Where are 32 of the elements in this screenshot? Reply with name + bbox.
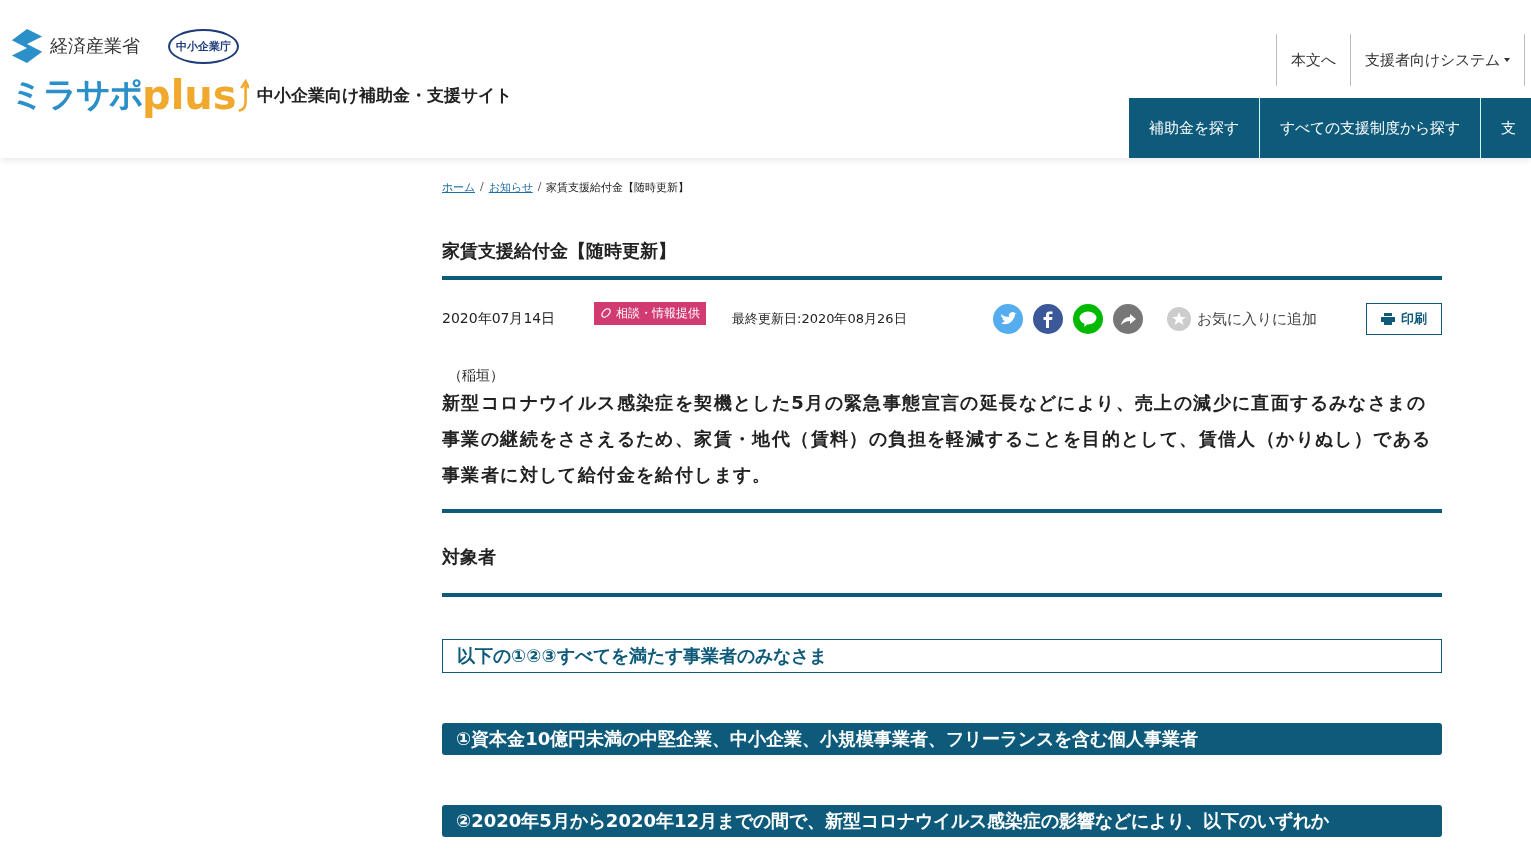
nav-tab[interactable]: すべての支援制度から探す <box>1260 98 1481 158</box>
twitter-share-icon[interactable] <box>992 304 1023 334</box>
ministry-logo-icon <box>10 26 44 66</box>
favorite-link[interactable]: お気に入りに追加 <box>1166 307 1317 331</box>
line-share-icon[interactable] <box>1072 304 1103 334</box>
breadcrumb-separator: / <box>537 180 542 195</box>
ministry-name: 経済産業省 <box>50 34 140 58</box>
site-tagline: 中小企業向け補助金・支援サイト <box>256 83 512 107</box>
post-date: 2020年07月14日 <box>442 310 557 328</box>
outlined-heading: 以下の①②③すべてを満たす事業者のみなさま <box>442 639 1442 673</box>
nav-tab[interactable]: 支 <box>1481 98 1531 158</box>
agency-logo: 中小企業庁 <box>168 28 239 64</box>
filled-heading: ①資本金10億円未満の中堅企業、中小企業、小規模事業者、フリーランスを含む個人事業者 <box>442 723 1442 755</box>
nav-tab[interactable]: 補助金を探す <box>1129 98 1260 158</box>
caret-icon <box>1504 58 1510 62</box>
printer-icon <box>1381 313 1395 325</box>
brand-logo: ミラサポ <box>10 73 142 116</box>
lead-paragraph: 新型コロナウイルス感染症を契機とした5月の緊急事態宣言の延長などにより、売上の減少に直面するみなさまの事業の継続をささえるため、家賃・地代（賃料）の負担を軽減することを目的として、賃借人（かりぬし）である事業者に対して給付金を給付します。 <box>442 391 1433 487</box>
breadcrumb-separator: / <box>480 180 484 195</box>
utility-link[interactable]: 支援者向けシステム <box>1350 34 1525 86</box>
section-heading: 対象者 <box>442 545 497 569</box>
category-tag: 相談・情報提供 <box>594 301 706 325</box>
print-button[interactable]: 印刷 <box>1366 303 1442 335</box>
utility-link[interactable]: 本文へ <box>1276 34 1351 86</box>
page-title: 家賃支援給付金【随時更新】 <box>442 239 1442 280</box>
author-note: （稲垣） <box>448 367 505 385</box>
breadcrumb-link[interactable]: ホーム <box>442 180 475 195</box>
breadcrumb-current: 家賃支援給付金【随時更新】 <box>546 180 690 195</box>
breadcrumb-link[interactable]: お知らせ <box>488 180 533 195</box>
facebook-share-icon[interactable] <box>1032 304 1063 334</box>
filled-heading: ②2020年5月から2020年12月までの間で、新型コロナウイルス感染症の影響などにより、以下のいずれか <box>442 805 1442 837</box>
updated-date: 最終更新日:2020年08月26日 <box>732 310 907 328</box>
